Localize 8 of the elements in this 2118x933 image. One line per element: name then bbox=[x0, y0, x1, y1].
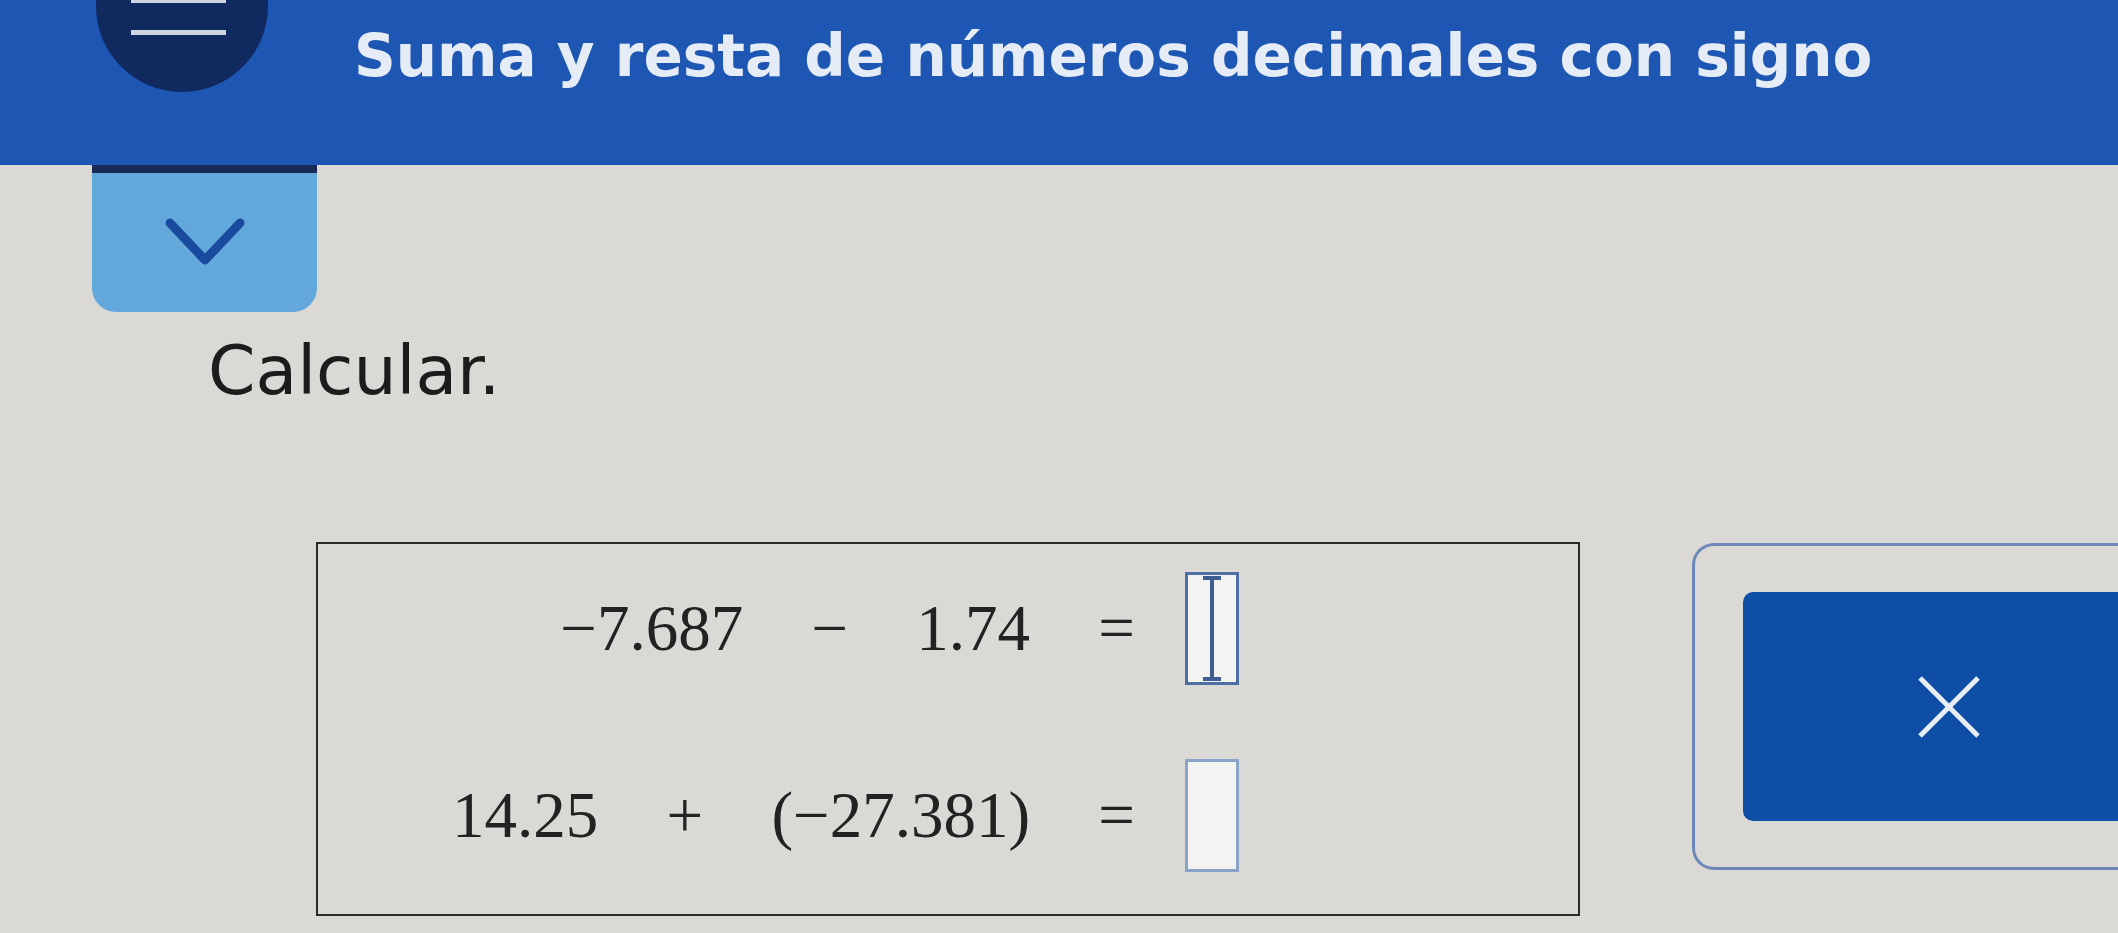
menu-icon[interactable] bbox=[96, 0, 268, 92]
answer-field[interactable] bbox=[1185, 759, 1239, 872]
answer-field[interactable] bbox=[1185, 572, 1239, 685]
expand-toggle-button[interactable] bbox=[92, 165, 317, 312]
instruction-text: Calcular. bbox=[208, 337, 501, 405]
x-icon bbox=[1916, 674, 1981, 739]
math-expression: −7.687 − 1.74 = bbox=[560, 596, 1135, 661]
text-cursor-icon bbox=[1202, 576, 1222, 681]
